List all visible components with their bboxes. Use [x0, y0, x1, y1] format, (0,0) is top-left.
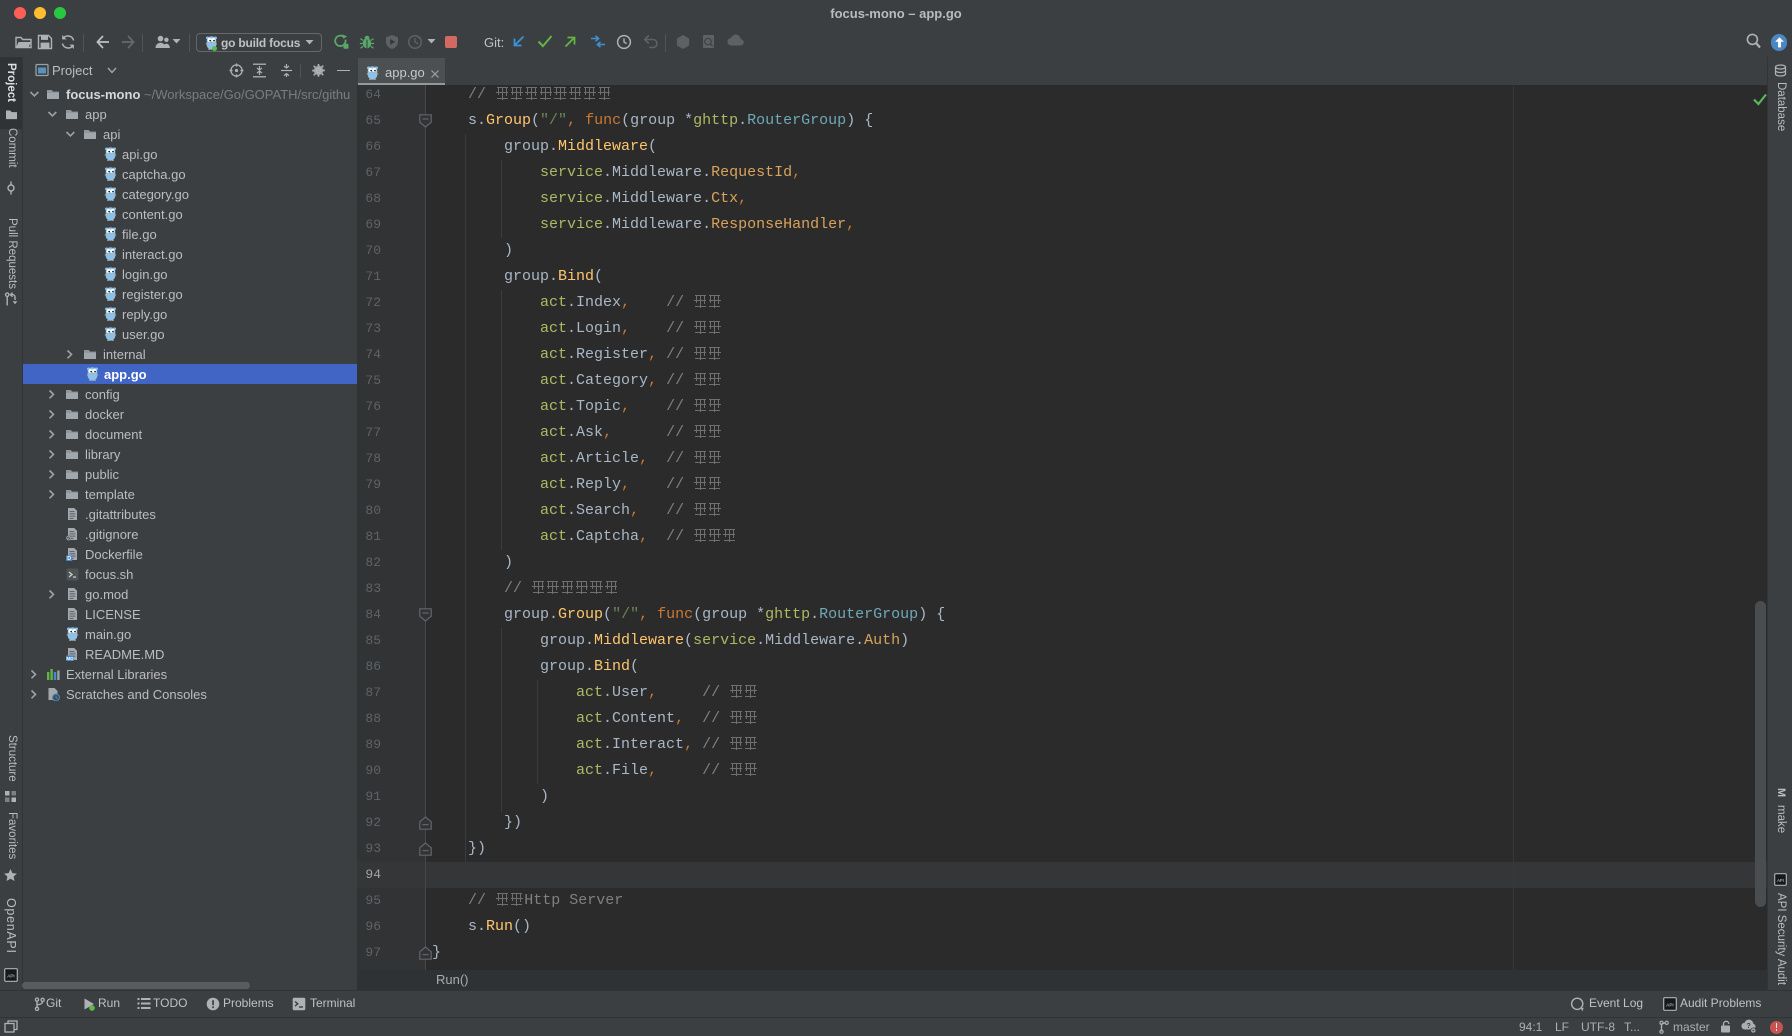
svg-text:API: API: [1777, 878, 1784, 883]
svg-text:?: ?: [1746, 1023, 1750, 1030]
svg-text:D: D: [67, 556, 71, 561]
svg-text:MD: MD: [66, 656, 74, 661]
svg-text:API: API: [7, 973, 14, 978]
svg-text:API: API: [1666, 1002, 1673, 1007]
